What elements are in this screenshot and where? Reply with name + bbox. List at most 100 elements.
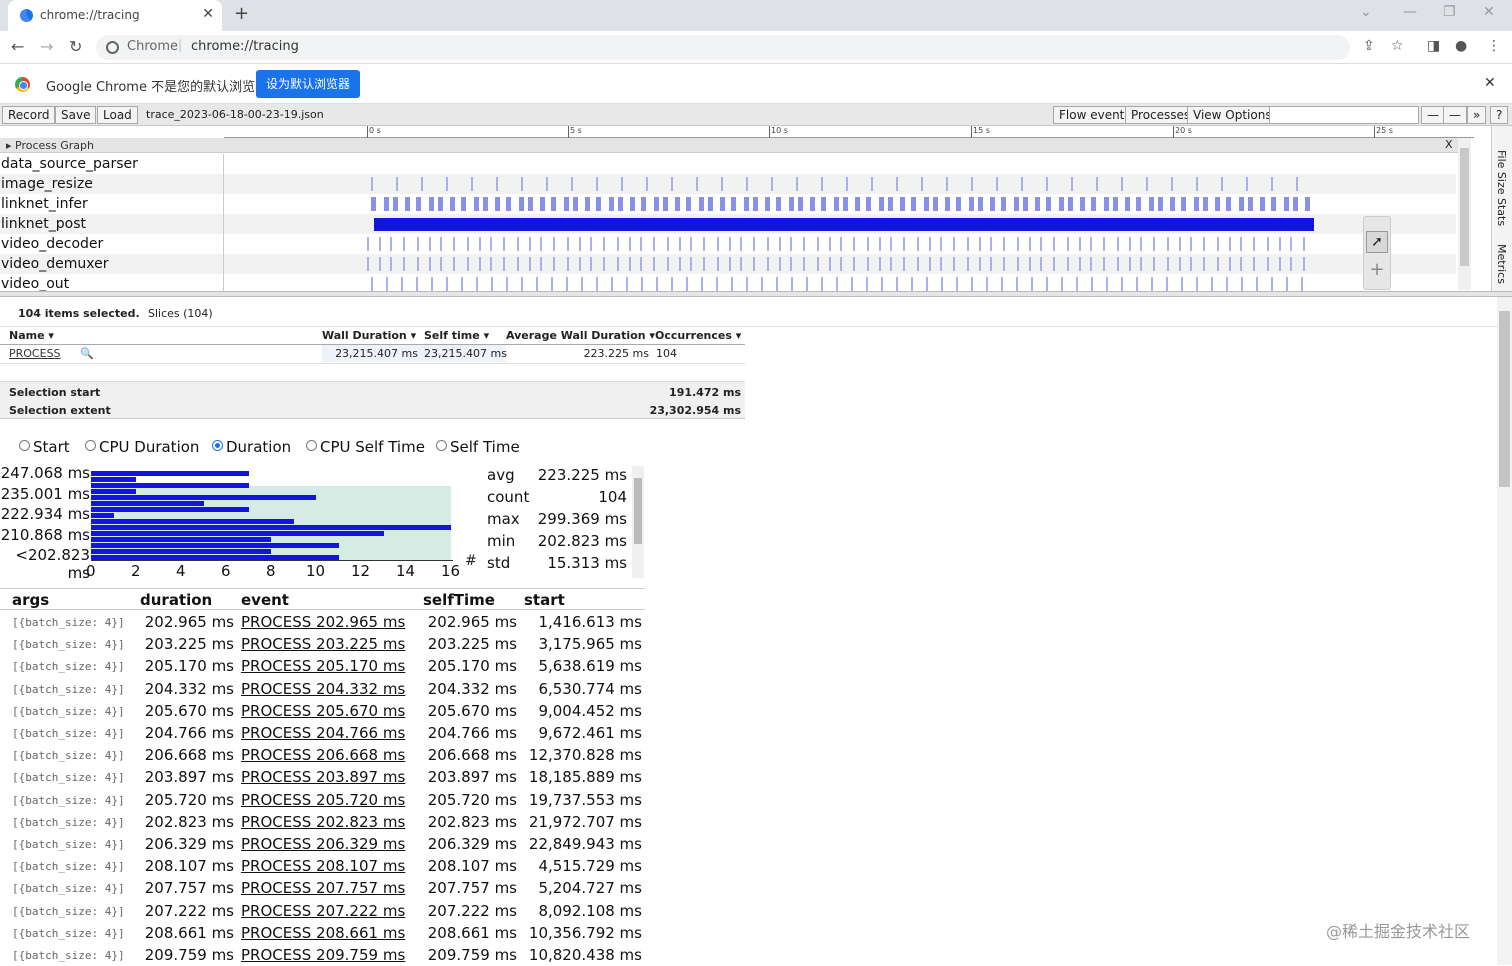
slice-mark[interactable] (686, 197, 691, 211)
slice-mark[interactable] (1113, 197, 1118, 211)
slice-mark[interactable] (846, 177, 848, 191)
slice-mark[interactable] (978, 197, 983, 211)
slice-mark[interactable] (1140, 237, 1142, 251)
process-row-label[interactable]: linknet_post (0, 214, 224, 234)
slice-mark[interactable] (506, 277, 508, 291)
event-link[interactable]: PROCESS 206.329 ms (241, 835, 405, 853)
slice-mark[interactable] (679, 237, 681, 251)
slice-mark[interactable] (1253, 237, 1255, 251)
slice-mark[interactable] (1229, 257, 1231, 271)
slice-mark[interactable] (1079, 257, 1081, 271)
slice-mark[interactable] (717, 257, 719, 271)
slice-mark[interactable] (890, 237, 892, 251)
slice-mark[interactable] (671, 177, 673, 191)
slice-mark[interactable] (933, 197, 938, 211)
url-text[interactable]: chrome://tracing (191, 39, 299, 54)
slice-mark[interactable] (621, 177, 623, 191)
slice-mark[interactable] (1190, 257, 1192, 271)
slice-mark[interactable] (940, 237, 942, 251)
slice-mark[interactable] (1153, 257, 1155, 271)
slice-mark[interactable] (956, 277, 958, 291)
slice-mark[interactable] (429, 257, 431, 271)
slice-mark[interactable] (529, 257, 531, 271)
slice-mark[interactable] (540, 237, 542, 251)
slice-mark[interactable] (371, 197, 376, 211)
slice-mark[interactable] (641, 277, 643, 291)
analysis-scrollbar-thumb[interactable] (1499, 311, 1510, 487)
slice-mark[interactable] (1040, 237, 1042, 251)
slice-mark[interactable] (474, 197, 479, 211)
slice-mark[interactable] (1067, 237, 1069, 251)
col-selftime[interactable]: selfTime (423, 591, 495, 609)
slice-mark[interactable] (761, 277, 763, 291)
slice-mark[interactable] (618, 197, 623, 211)
slice-mark[interactable] (1267, 257, 1269, 271)
event-row[interactable]: [{batch_size: 4}] 205.670 ms PROCESS 205.6… (0, 700, 645, 722)
slice-mark[interactable] (401, 277, 403, 291)
slice-mark[interactable] (703, 237, 705, 251)
slice-mark[interactable] (879, 197, 884, 211)
histogram-bar[interactable] (91, 513, 114, 518)
slice-mark[interactable] (817, 257, 819, 271)
slice-mark[interactable] (1293, 197, 1298, 211)
slice-mark[interactable] (1053, 257, 1055, 271)
slice-mark[interactable] (596, 277, 598, 291)
slice-mark[interactable] (903, 257, 905, 271)
slice-mark[interactable] (1253, 257, 1255, 271)
col-args[interactable]: args (12, 591, 49, 609)
slice-mark[interactable] (903, 237, 905, 251)
slice-mark[interactable] (731, 277, 733, 291)
slice-mark[interactable] (667, 257, 669, 271)
slice-mark[interactable] (416, 277, 418, 291)
slice-mark[interactable] (866, 277, 868, 291)
slice-mark[interactable] (506, 197, 511, 211)
event-row[interactable]: [{batch_size: 4}] 206.668 ms PROCESS 206.6… (0, 744, 645, 766)
slice-block[interactable] (374, 218, 1314, 231)
slice-mark[interactable] (1203, 237, 1205, 251)
slice-mark[interactable] (417, 237, 419, 251)
slice-mark[interactable] (1241, 277, 1243, 291)
slice-mark[interactable] (990, 257, 992, 271)
slice-mark[interactable] (967, 237, 969, 251)
slice-mark[interactable] (1303, 237, 1305, 251)
slice-mark[interactable] (1153, 237, 1155, 251)
close-tab-icon[interactable]: ✕ (202, 6, 214, 22)
slice-mark[interactable] (1001, 277, 1003, 291)
histogram-bar[interactable] (91, 477, 136, 482)
slice-mark[interactable] (603, 257, 605, 271)
slice-mark[interactable] (911, 197, 916, 211)
omnibox[interactable]: Chrome | chrome://tracing (96, 35, 1350, 60)
slice-mark[interactable] (716, 277, 718, 291)
slice-mark[interactable] (1117, 237, 1119, 251)
slice-mark[interactable] (1211, 277, 1213, 291)
slice-mark[interactable] (829, 257, 831, 271)
slice-mark[interactable] (371, 277, 373, 291)
selection-tool-icon[interactable]: ➚ (1366, 231, 1388, 253)
event-row[interactable]: [{batch_size: 4}] 203.225 ms PROCESS 203.2… (0, 633, 645, 655)
slice-mark[interactable] (953, 257, 955, 271)
slice-mark[interactable] (1104, 197, 1109, 211)
histogram-bar[interactable] (91, 519, 294, 524)
slice-mark[interactable] (946, 177, 948, 191)
bookmark-star-icon[interactable]: ☆ (1391, 38, 1404, 54)
slice-mark[interactable] (703, 257, 705, 271)
save-button[interactable]: Save (55, 106, 97, 124)
col-self-time[interactable]: Self time ▾ (424, 327, 489, 344)
slice-mark[interactable] (461, 277, 463, 291)
slice-mark[interactable] (924, 197, 929, 211)
slice-mark[interactable] (1103, 237, 1105, 251)
col-event[interactable]: event (241, 591, 289, 609)
slice-mark[interactable] (917, 237, 919, 251)
slice-mark[interactable] (551, 197, 556, 211)
slice-mark[interactable] (956, 197, 961, 211)
slice-mark[interactable] (1179, 257, 1181, 271)
side-panel-icon[interactable]: ◨ (1427, 38, 1440, 54)
slice-mark[interactable] (429, 237, 431, 251)
slice-mark[interactable] (696, 177, 698, 191)
radio-self-time[interactable]: Self Time (436, 438, 520, 456)
slice-mark[interactable] (1290, 237, 1292, 251)
slice-mark[interactable] (721, 177, 723, 191)
slice-mark[interactable] (421, 177, 423, 191)
slice-mark[interactable] (1149, 197, 1154, 211)
stats-scrollbar[interactable] (632, 466, 644, 578)
